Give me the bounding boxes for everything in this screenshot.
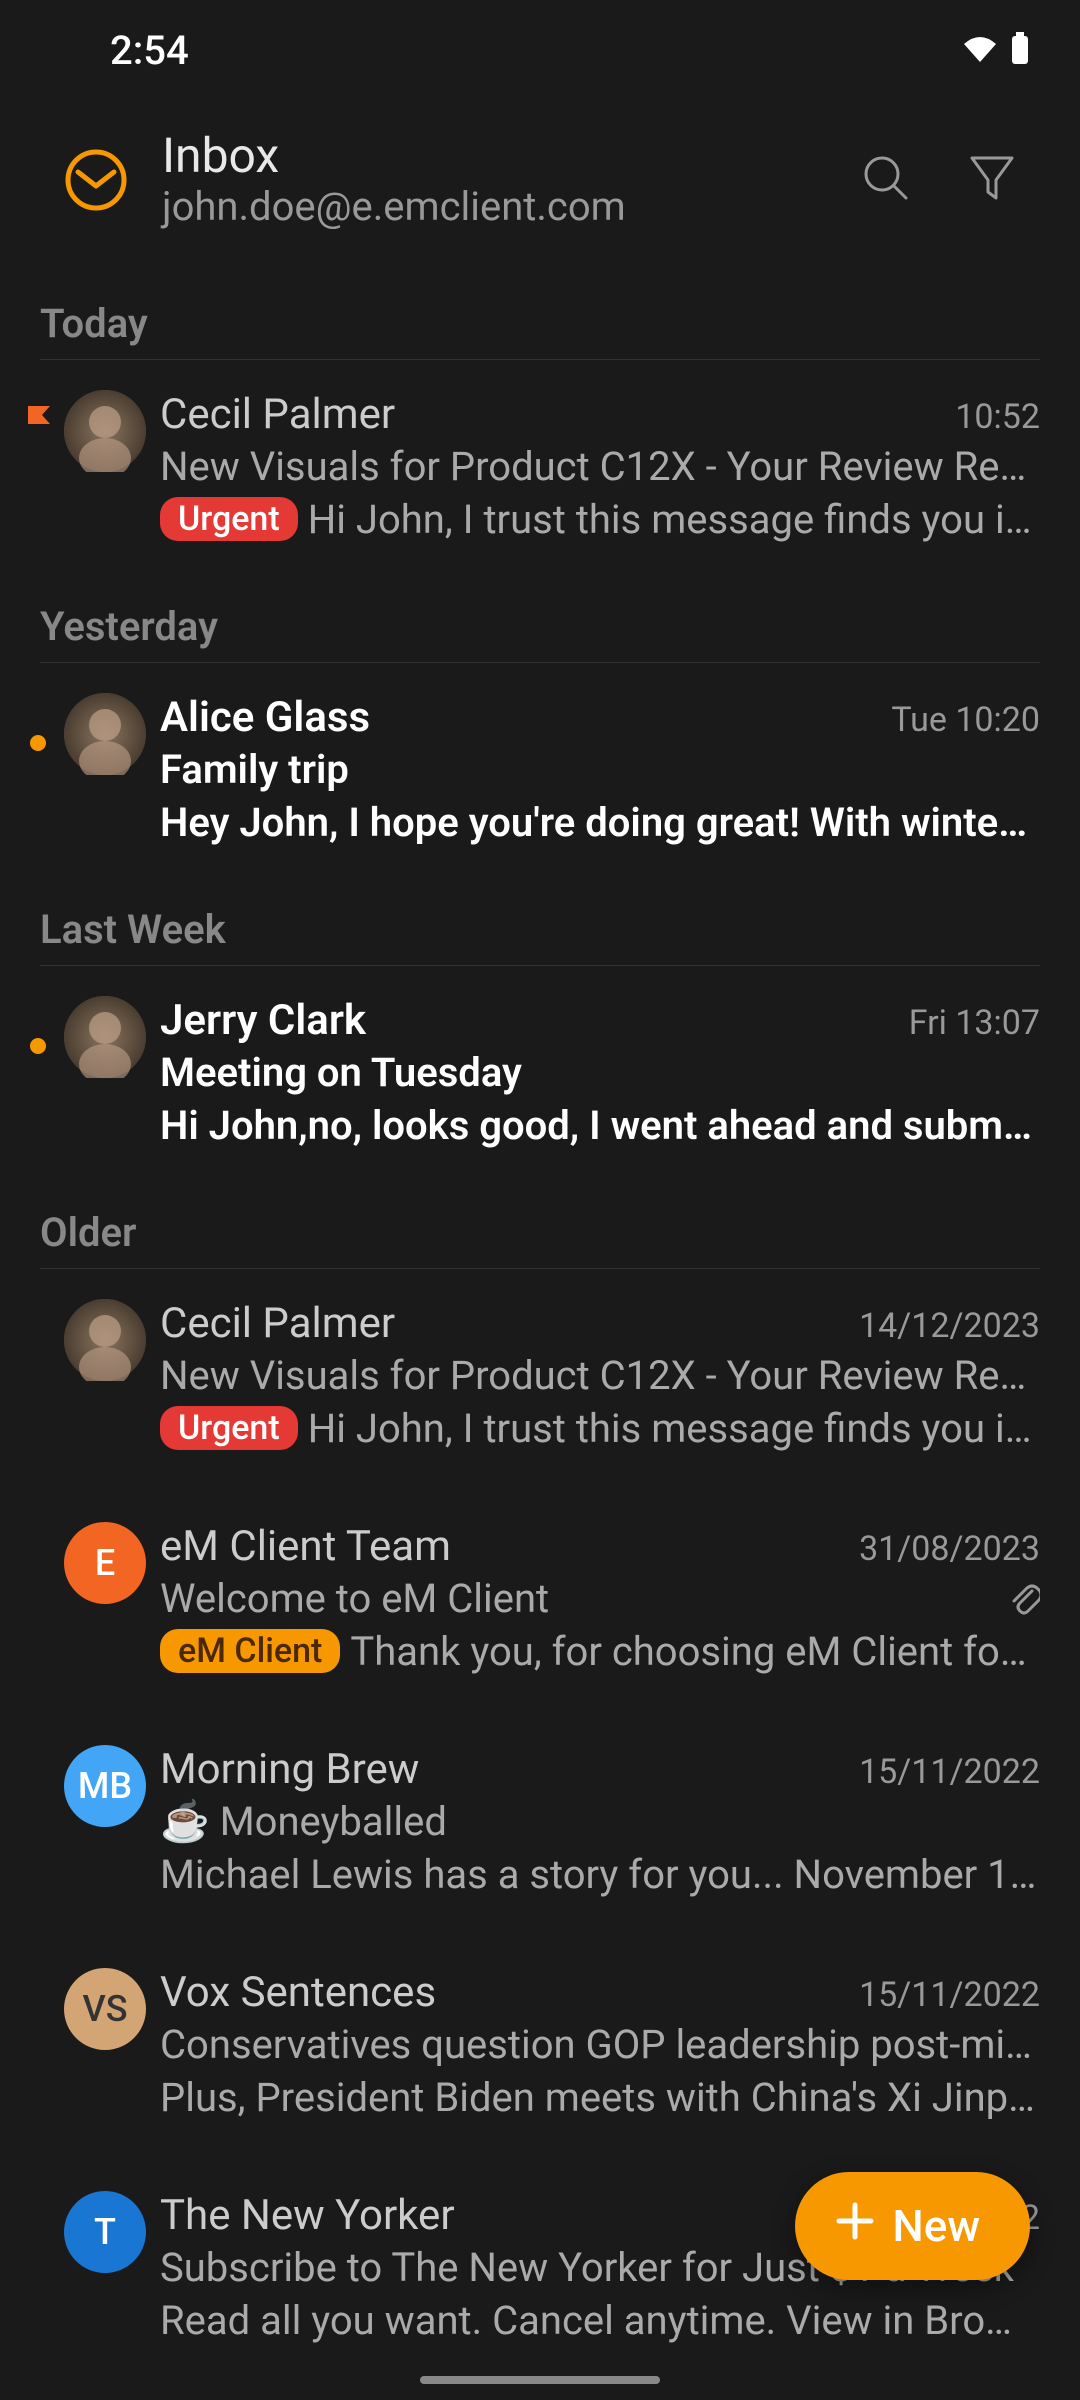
section-header: Yesterday (40, 583, 1040, 663)
status-time: 2:54 (110, 27, 189, 74)
avatar (64, 390, 146, 472)
email-content: Jerry Clark Fri 13:07 Meeting on Tuesday Hi… (160, 996, 1040, 1149)
email-sender: Morning Brew (160, 1745, 419, 1794)
email-preview: Read all you want. Cancel anytime. View … (160, 2297, 1040, 2344)
email-sender: Alice Glass (160, 693, 370, 742)
email-sender: Vox Sentences (160, 1968, 436, 2017)
filter-button[interactable] (964, 152, 1020, 208)
email-time: 15/11/2022 (859, 1975, 1040, 2015)
email-tag: Urgent (160, 497, 298, 541)
compose-label: New (893, 2200, 980, 2252)
email-sender: Cecil Palmer (160, 1299, 395, 1348)
email-content: Vox Sentences 15/11/2022 Conservatives que… (160, 1968, 1040, 2121)
avatar: VS (64, 1968, 146, 2050)
email-content: Alice Glass Tue 10:20 Family trip Hey John,… (160, 693, 1040, 846)
battery-icon (1010, 32, 1030, 68)
avatar: T (64, 2191, 146, 2273)
email-preview: Hi John, I trust this message finds you … (308, 1405, 1040, 1452)
email-item[interactable]: MB Morning Brew 15/11/2022 ☕ Moneyballed Mic… (0, 1715, 1080, 1938)
email-indicators: MB (30, 1745, 160, 1827)
avatar (64, 996, 146, 1078)
flag-icon (26, 404, 54, 444)
email-indicators: T (30, 2191, 160, 2273)
folder-title: Inbox (162, 130, 858, 183)
email-indicators: VS (30, 1968, 160, 2050)
email-subject: New Visuals for Product C12X - Your Revi… (160, 1352, 1040, 1399)
email-preview: Hey John, I hope you're doing great! Wit… (160, 799, 1040, 846)
app-logo-icon[interactable] (60, 144, 132, 216)
email-indicators (30, 693, 160, 775)
compose-button[interactable]: New (795, 2172, 1030, 2280)
email-indicators: E (30, 1522, 160, 1604)
email-indicators (30, 390, 160, 472)
plus-icon (835, 2200, 875, 2252)
email-item[interactable]: Jerry Clark Fri 13:07 Meeting on Tuesday Hi… (0, 966, 1080, 1189)
email-time: Tue 10:20 (891, 700, 1040, 740)
avatar: E (64, 1522, 146, 1604)
filter-icon (968, 152, 1016, 208)
account-email: john.doe@e.emclient.com (162, 183, 858, 230)
email-sender: eM Client Team (160, 1522, 451, 1571)
avatar: MB (64, 1745, 146, 1827)
email-time: 10:52 (955, 397, 1040, 437)
home-indicator[interactable] (420, 2376, 660, 2384)
email-time: 14/12/2023 (859, 1306, 1040, 1346)
email-sender: Cecil Palmer (160, 390, 395, 439)
section-header: Last Week (40, 886, 1040, 966)
email-item[interactable]: EeM Client Team 31/08/2023 Welcome to eM C… (0, 1492, 1080, 1715)
email-item[interactable]: Cecil Palmer 14/12/2023 New Visuals for Pr… (0, 1269, 1080, 1492)
email-item[interactable]: VS Vox Sentences 15/11/2022 Conservatives q… (0, 1938, 1080, 2161)
email-subject: Welcome to eM Client (160, 1575, 549, 1622)
header-text[interactable]: Inbox john.doe@e.emclient.com (162, 130, 858, 230)
email-preview: Plus, President Biden meets with China's… (160, 2074, 1040, 2121)
email-sender: The New Yorker (160, 2191, 455, 2240)
status-icons (962, 32, 1030, 68)
section-header: Today (40, 280, 1040, 360)
avatar (64, 693, 146, 775)
email-subject: New Visuals for Product C12X - Your Revi… (160, 443, 1040, 490)
email-subject: ☕ Moneyballed (160, 1798, 447, 1845)
attachment-icon (1008, 1581, 1040, 1621)
email-preview: Thank you, for choosing eM Client for yo… (350, 1628, 1040, 1675)
email-item[interactable]: Cecil Palmer 10:52 New Visuals for Product… (0, 360, 1080, 583)
email-tag: eM Client (160, 1629, 340, 1673)
email-content: eM Client Team 31/08/2023 Welcome to eM Cl… (160, 1522, 1040, 1675)
email-time: Fri 13:07 (909, 1003, 1040, 1043)
email-time: 31/08/2023 (859, 1529, 1040, 1569)
unread-dot-icon (30, 735, 46, 751)
email-subject: Family trip (160, 746, 349, 793)
unread-dot-icon (30, 1038, 46, 1054)
email-content: Morning Brew 15/11/2022 ☕ Moneyballed Micha… (160, 1745, 1040, 1898)
email-indicators (30, 996, 160, 1078)
email-preview: Hi John,no, looks good, I went ahead and… (160, 1102, 1040, 1149)
email-time: 15/11/2022 (859, 1752, 1040, 1792)
search-icon (860, 152, 912, 208)
email-indicators (30, 1299, 160, 1381)
email-sender: Jerry Clark (160, 996, 366, 1045)
email-subject: Meeting on Tuesday (160, 1049, 522, 1096)
status-bar: 2:54 (0, 0, 1080, 100)
email-preview: Michael Lewis has a story for you... Nov… (160, 1851, 1040, 1898)
avatar (64, 1299, 146, 1381)
email-item[interactable]: Alice Glass Tue 10:20 Family trip Hey John,… (0, 663, 1080, 886)
email-tag: Urgent (160, 1406, 298, 1450)
search-button[interactable] (858, 152, 914, 208)
email-preview: Hi John, I trust this message finds you … (308, 496, 1040, 543)
email-content: Cecil Palmer 14/12/2023 New Visuals for Pr… (160, 1299, 1040, 1452)
app-header: Inbox john.doe@e.emclient.com (0, 100, 1080, 270)
email-subject: Conservatives question GOP leadership po… (160, 2021, 1040, 2068)
email-content: Cecil Palmer 10:52 New Visuals for Product… (160, 390, 1040, 543)
section-header: Older (40, 1189, 1040, 1269)
wifi-icon (962, 34, 998, 66)
